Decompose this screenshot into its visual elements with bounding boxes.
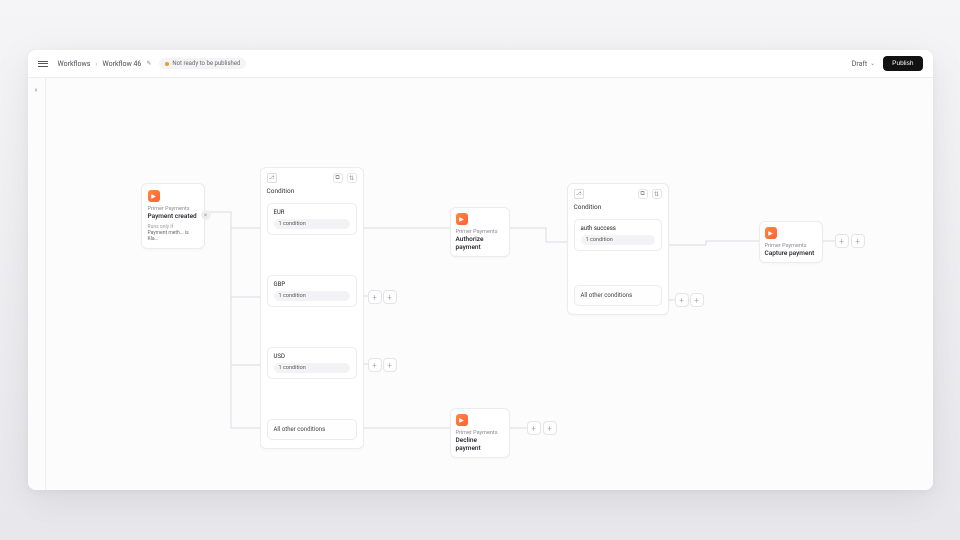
app-frame: Workflows › Workflow 46 ✎ Not ready to b… <box>28 50 933 490</box>
breadcrumb-current[interactable]: Workflow 46 <box>102 60 141 68</box>
publish-status-pill: Not ready to be published <box>159 58 246 69</box>
primer-icon: ▶ <box>765 227 777 239</box>
trigger-meta-value: Payment meth... is Kla... <box>148 230 198 242</box>
condition-node-a[interactable]: ⎇ ⧉ ⇅ Condition EUR 1 condition GBP 1 co… <box>260 167 364 449</box>
branch-icon: ⎇ <box>267 173 277 183</box>
copy-icon[interactable]: ⧉ <box>638 189 648 199</box>
add-step-button[interactable]: + <box>675 293 689 307</box>
add-step-button[interactable]: + <box>368 290 382 304</box>
publish-button[interactable]: Publish <box>883 56 922 71</box>
topbar: Workflows › Workflow 46 ✎ Not ready to b… <box>28 50 933 78</box>
primer-icon: ▶ <box>456 414 468 426</box>
branch-icon: ⎇ <box>574 189 584 199</box>
capture-node[interactable]: ▶ Primer Payments Capture payment <box>759 221 823 263</box>
add-step-button[interactable]: + <box>383 290 397 304</box>
branch-meta: 1 condition <box>274 219 350 229</box>
trigger-title: Payment created <box>148 212 198 220</box>
branch-label: auth success <box>581 225 655 232</box>
node-title: Decline payment <box>456 436 504 452</box>
condition-b-title: Condition <box>568 203 668 215</box>
branch-gbp[interactable]: GBP 1 condition <box>267 275 357 307</box>
settings-icon[interactable]: ⇅ <box>347 173 357 183</box>
add-step-button[interactable]: + <box>690 293 704 307</box>
copy-icon[interactable]: ⧉ <box>333 173 343 183</box>
add-step-button[interactable]: + <box>383 358 397 372</box>
breadcrumb-root[interactable]: Workflows <box>58 60 91 68</box>
branch-meta: 1 condition <box>274 363 350 373</box>
breadcrumb-separator: › <box>95 60 97 68</box>
add-step-button[interactable]: + <box>543 421 557 435</box>
branch-usd[interactable]: USD 1 condition <box>267 347 357 379</box>
settings-icon[interactable]: ⇅ <box>652 189 662 199</box>
add-step-button[interactable]: + <box>527 421 541 435</box>
workflow-canvas[interactable]: ▶ Primer Payments Payment created Runs o… <box>46 78 933 490</box>
collapse-rail-icon[interactable]: « <box>34 86 37 490</box>
branch-meta: 1 condition <box>274 291 350 301</box>
branch-else-a[interactable]: All other conditions <box>267 419 357 440</box>
trigger-node[interactable]: ▶ Primer Payments Payment created Runs o… <box>141 183 205 249</box>
authorize-node[interactable]: ▶ Primer Payments Authorize payment <box>450 207 510 257</box>
branch-meta: 1 condition <box>581 235 655 245</box>
warning-dot-icon <box>165 62 169 66</box>
edit-name-icon[interactable]: ✎ <box>146 60 151 67</box>
branch-label: USD <box>274 353 350 360</box>
menu-toggle[interactable] <box>38 61 50 67</box>
primer-icon: ▶ <box>148 190 160 202</box>
side-rail: « <box>28 78 46 490</box>
breadcrumb: Workflows › Workflow 46 ✎ <box>58 60 152 68</box>
branch-eur[interactable]: EUR 1 condition <box>267 203 357 235</box>
decline-node[interactable]: ▶ Primer Payments Decline payment <box>450 408 510 458</box>
condition-a-title: Condition <box>261 187 363 199</box>
add-step-button[interactable]: + <box>835 234 849 248</box>
add-step-button[interactable]: + <box>851 234 865 248</box>
primer-icon: ▶ <box>456 213 468 225</box>
branch-auth-success[interactable]: auth success 1 condition <box>574 219 662 251</box>
version-label: Draft <box>852 60 867 68</box>
branch-label: EUR <box>274 209 350 216</box>
version-select[interactable]: Draft ⌄ <box>852 60 875 68</box>
branch-label: GBP <box>274 281 350 288</box>
workspace: « ▶ Primer Payments <box>28 78 933 490</box>
close-icon[interactable]: × <box>201 210 211 220</box>
branch-else-b[interactable]: All other conditions <box>574 285 662 306</box>
node-title: Capture payment <box>765 249 817 257</box>
chevron-down-icon: ⌄ <box>870 60 875 67</box>
node-title: Authorize payment <box>456 235 504 251</box>
add-step-button[interactable]: + <box>368 358 382 372</box>
publish-status-text: Not ready to be published <box>172 60 240 67</box>
condition-node-b[interactable]: ⎇ ⧉ ⇅ Condition auth success 1 condition… <box>567 183 669 315</box>
